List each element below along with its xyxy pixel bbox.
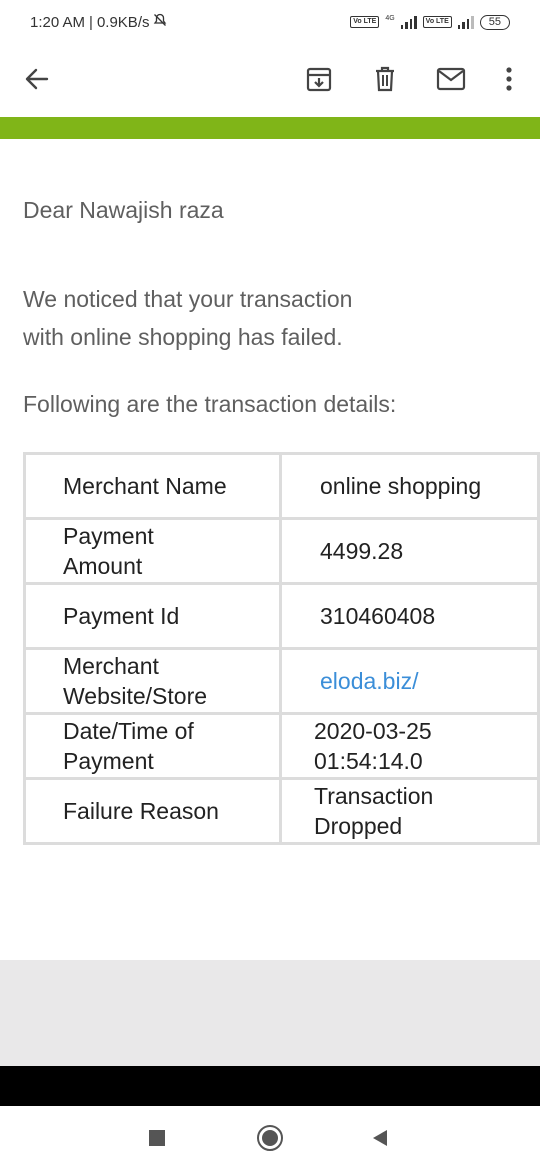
mute-bell-icon [153, 13, 167, 31]
delete-icon[interactable] [363, 57, 407, 101]
footer-grey-band [0, 960, 540, 1066]
label-merchant-website: Merchant Website/Store [26, 650, 279, 712]
status-separator: | [89, 13, 93, 31]
label-payment-id: Payment Id [26, 585, 279, 647]
merchant-website-link[interactable]: eloda.biz/ [320, 668, 418, 694]
table-row: Failure Reason Transaction Dropped [26, 780, 537, 842]
label-merchant-name: Merchant Name [26, 455, 279, 517]
status-right: Vo LTE 4G Vo LTE 55 [350, 14, 510, 30]
home-circle-icon[interactable] [250, 1120, 290, 1156]
more-vert-icon[interactable] [487, 57, 531, 101]
table-row: Merchant Website/Store eloda.biz/ [26, 650, 537, 712]
value-payment-datetime: 2020-03-25 01:54:14.0 [282, 715, 537, 777]
value-payment-id: 310460408 [282, 585, 537, 647]
footer-black-band [0, 1066, 540, 1106]
signal-icon [400, 15, 417, 29]
greeting: Dear Nawajish raza [23, 197, 224, 223]
app-bar [0, 44, 540, 114]
value-payment-amount: 4499.28 [282, 520, 537, 582]
network-type: 4G [385, 14, 395, 22]
archive-icon[interactable] [297, 57, 341, 101]
net-speed: 0.9KB/s [96, 13, 150, 31]
back-triangle-icon[interactable] [360, 1120, 400, 1156]
volte-badge: Vo LTE [350, 16, 380, 28]
status-left: 1:20 AM | 0.9KB/s [30, 13, 167, 31]
volte-badge-2: Vo LTE [422, 16, 452, 28]
battery-icon: 55 [479, 14, 510, 30]
table-row: Merchant Name online shopping [26, 455, 537, 517]
table-row: Payment Amount 4499.28 [26, 520, 537, 582]
label-payment-amount: Payment Amount [26, 520, 279, 582]
value-failure-reason: Transaction Dropped [282, 780, 537, 842]
table-row: Payment Id 310460408 [26, 585, 537, 647]
label-payment-datetime: Date/Time of Payment [26, 715, 279, 777]
system-nav-bar [0, 1106, 540, 1170]
table-row: Date/Time of Payment 2020-03-25 01:54:14… [26, 715, 537, 777]
label-failure-reason: Failure Reason [26, 780, 279, 842]
value-merchant-website-cell: eloda.biz/ [282, 650, 537, 712]
brand-band [0, 117, 540, 139]
status-bar: 1:20 AM | 0.9KB/s Vo LTE 4G Vo LTE 55 [0, 0, 540, 44]
transaction-table: Merchant Name online shopping Payment Am… [23, 452, 540, 845]
signal-icon-2 [457, 15, 474, 29]
notice-text: We noticed that your transaction with on… [23, 286, 353, 350]
details-intro: Following are the transaction details: [23, 391, 397, 417]
recents-square-icon[interactable] [137, 1120, 177, 1156]
mail-icon[interactable] [429, 57, 473, 101]
back-arrow-icon[interactable] [15, 57, 59, 101]
status-time: 1:20 AM [30, 13, 86, 31]
value-merchant-name: online shopping [282, 455, 537, 517]
